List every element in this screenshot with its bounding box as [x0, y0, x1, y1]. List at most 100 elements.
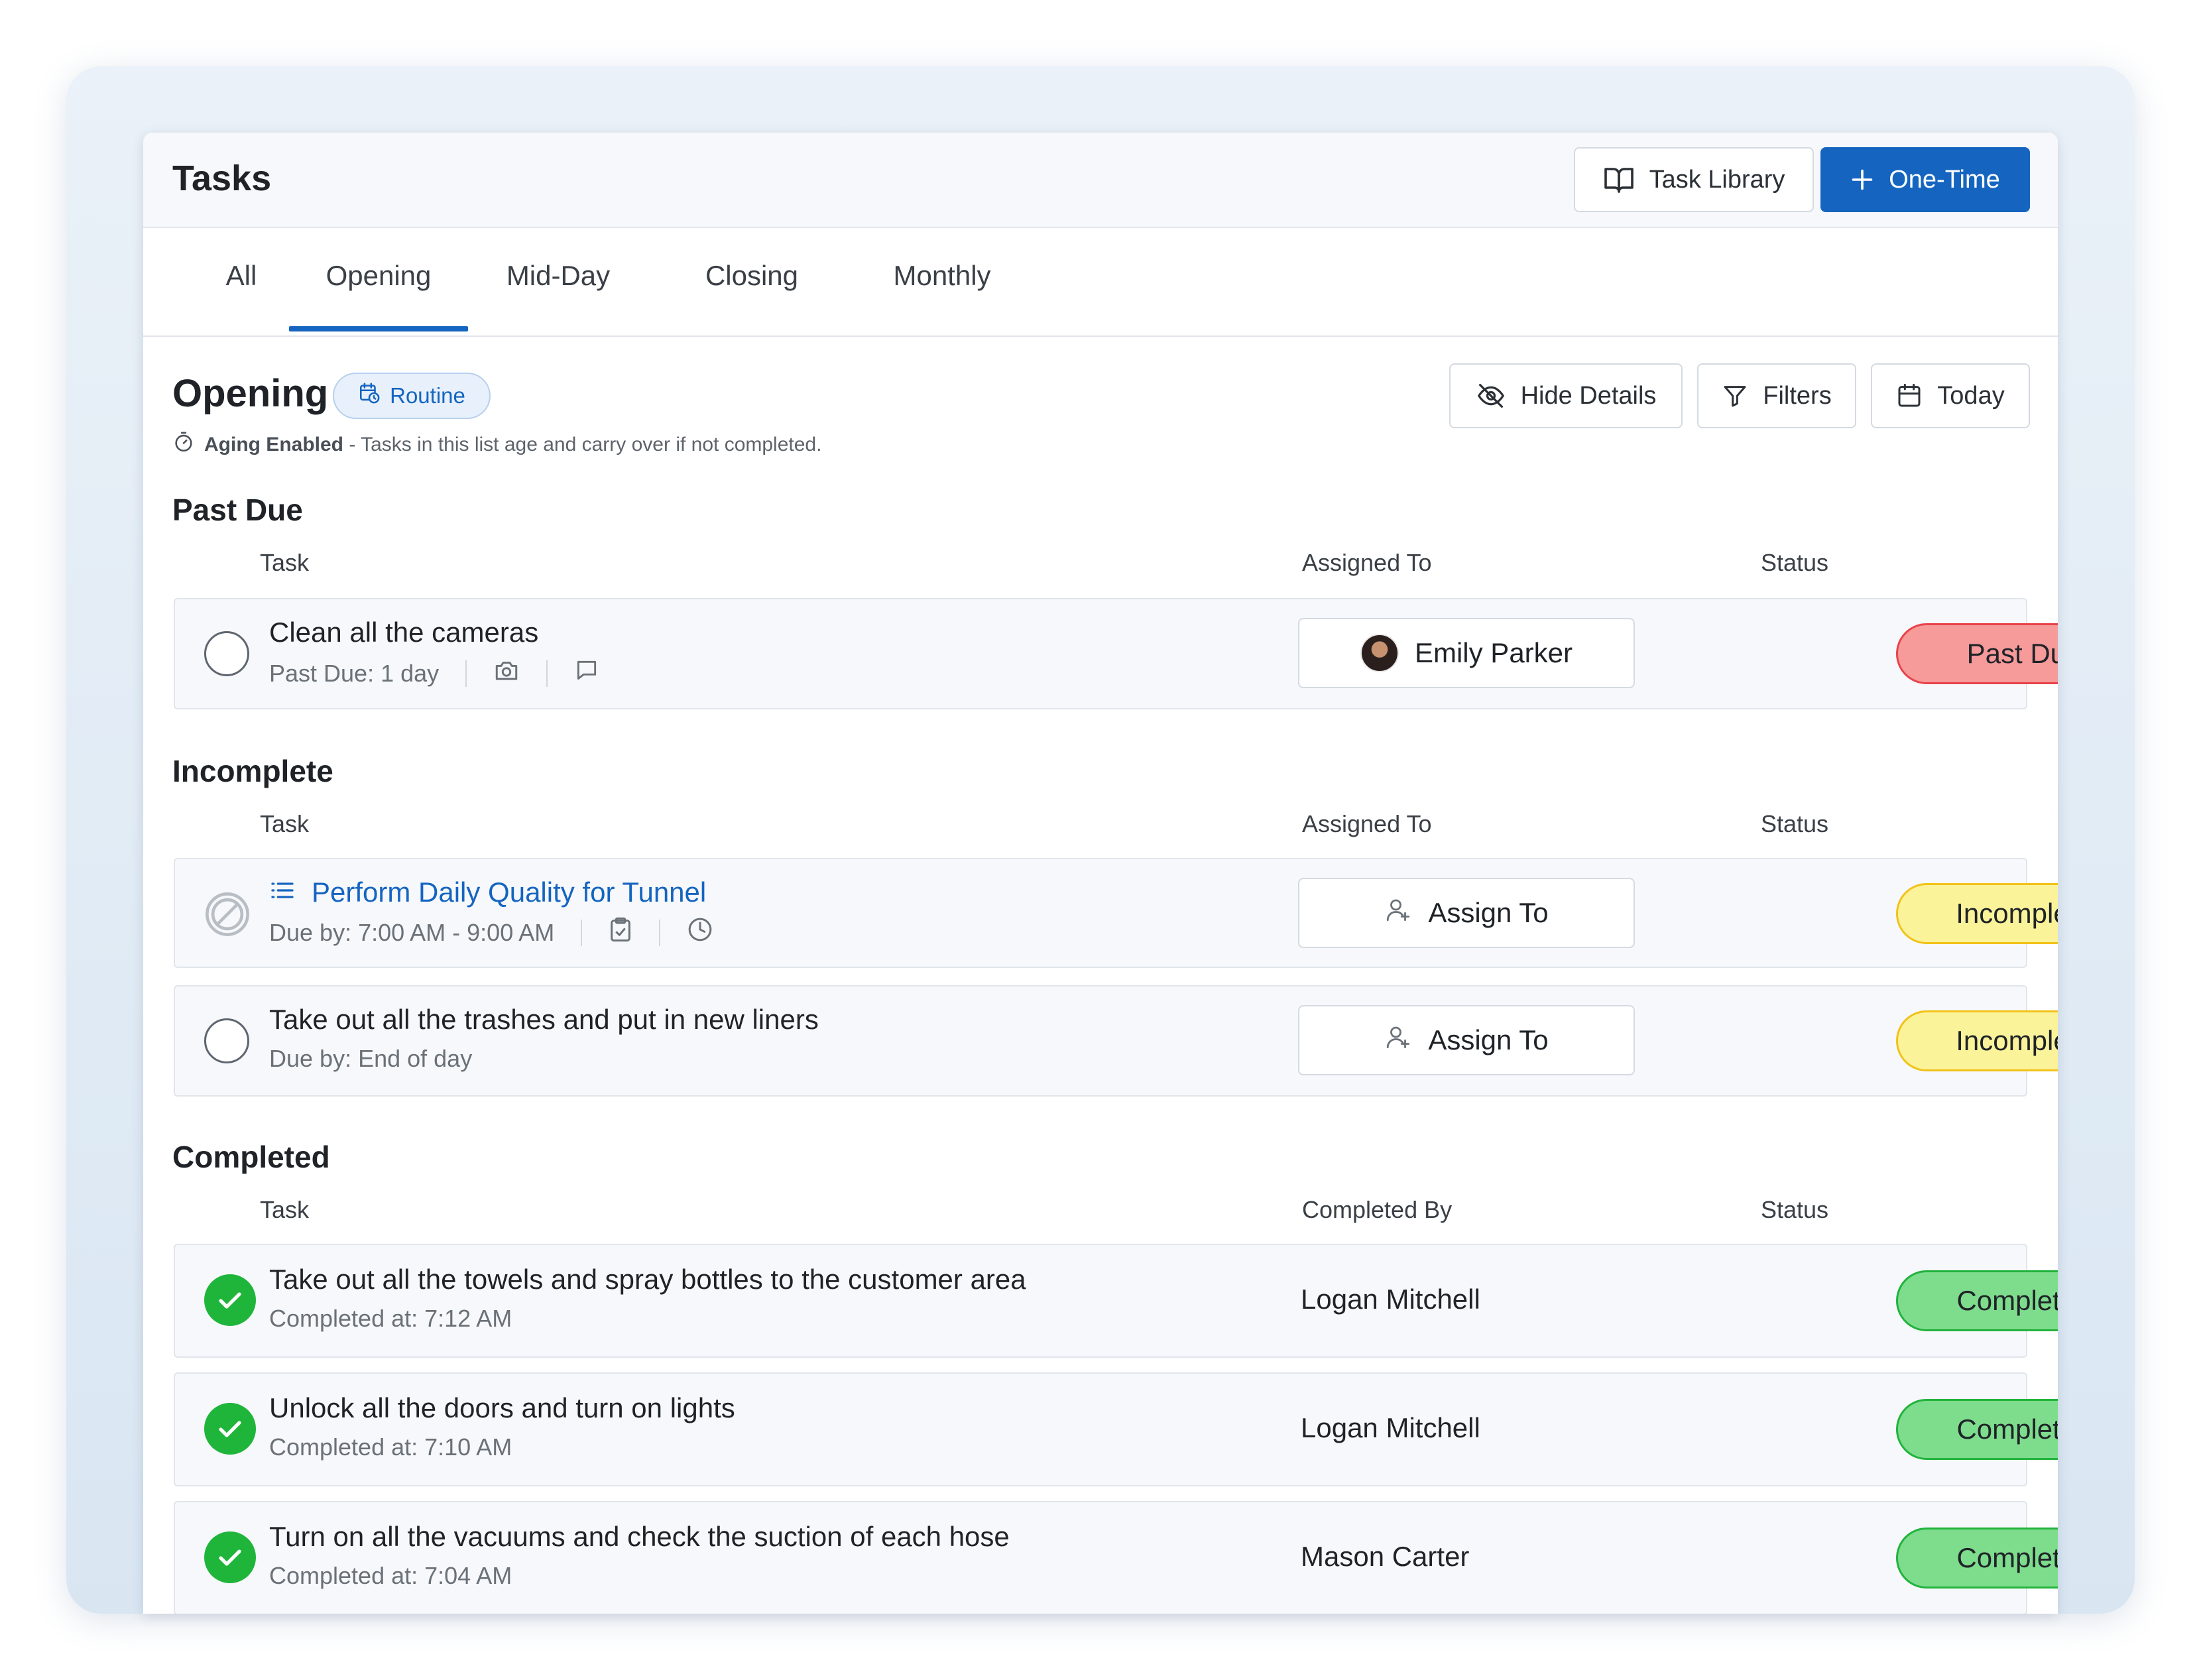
- task-due-text: Past Due: 1 day: [269, 659, 440, 687]
- user-add-icon: [1384, 1023, 1412, 1057]
- assignee-name: Emily Parker: [1414, 637, 1573, 668]
- task-checkbox[interactable]: [204, 1018, 249, 1063]
- filters-button[interactable]: Filters: [1697, 363, 1856, 428]
- routine-badge-label: Routine: [390, 383, 465, 408]
- check-icon[interactable]: [204, 1274, 256, 1326]
- check-icon[interactable]: [204, 1403, 256, 1455]
- column-header-assigned-to: Assigned To: [1302, 810, 1432, 837]
- task-meta: Past Due: 1 day: [269, 658, 599, 689]
- task-completed-time: Completed at: 7:12 AM: [269, 1305, 512, 1332]
- clipboard-check-icon: [609, 916, 632, 949]
- filters-label: Filters: [1763, 381, 1832, 410]
- task-row[interactable]: Unlock all the doors and turn on lights …: [174, 1372, 2058, 1486]
- status-badge[interactable]: Completed: [1896, 1528, 2058, 1589]
- hide-details-label: Hide Details: [1520, 381, 1657, 410]
- routine-badge: Routine: [333, 373, 491, 419]
- camera-icon: [493, 658, 520, 688]
- calendar-icon: [1896, 383, 1923, 409]
- divider: [546, 660, 548, 687]
- list-icon: [269, 876, 296, 908]
- task-meta: Due by: End of day: [269, 1045, 472, 1073]
- book-icon: [1603, 165, 1635, 194]
- column-header-completed-by: Completed By: [1302, 1196, 1453, 1223]
- task-row[interactable]: Take out all the trashes and put in new …: [174, 985, 2058, 1097]
- section-title-past-due: Past Due: [172, 493, 303, 527]
- task-due-text: Due by: 7:00 AM - 9:00 AM: [269, 918, 555, 946]
- active-tab-indicator: [289, 326, 468, 331]
- list-title: Opening: [172, 372, 329, 415]
- task-row[interactable]: Perform Daily Quality for Tunnel Due by:…: [174, 858, 2058, 968]
- task-meta: Due by: 7:00 AM - 9:00 AM: [269, 916, 713, 949]
- tab-monthly[interactable]: Monthly: [872, 260, 1012, 292]
- completed-by: Logan Mitchell: [1301, 1284, 1480, 1315]
- stopwatch-icon: [172, 431, 195, 459]
- tab-closing[interactable]: Closing: [692, 260, 811, 292]
- status-badge[interactable]: Incomplete: [1896, 883, 2058, 944]
- task-name: Unlock all the doors and turn on lights: [269, 1392, 735, 1423]
- tab-bar: All Opening Mid-Day Closing Monthly: [143, 228, 2058, 337]
- one-time-button[interactable]: One-Time: [1820, 147, 2030, 212]
- calendar-clock-icon: [358, 382, 381, 410]
- task-row[interactable]: Clean all the cameras Past Due: 1 day Em…: [174, 598, 2058, 709]
- aging-description: - Tasks in this list age and carry over …: [343, 434, 822, 455]
- divider: [659, 919, 661, 946]
- page-title: Tasks: [172, 158, 272, 198]
- eye-off-icon: [1476, 383, 1506, 409]
- task-link[interactable]: Perform Daily Quality for Tunnel: [269, 876, 706, 908]
- one-time-label: One-Time: [1889, 165, 2000, 194]
- tab-opening[interactable]: Opening: [302, 260, 455, 292]
- column-header-status: Status: [1761, 1196, 1829, 1223]
- clock-icon: [687, 916, 713, 949]
- task-completed-time: Completed at: 7:04 AM: [269, 1562, 512, 1589]
- completed-by: Mason Carter: [1301, 1541, 1470, 1572]
- status-badge[interactable]: Completed: [1896, 1270, 2058, 1331]
- hide-details-button[interactable]: Hide Details: [1449, 363, 1683, 428]
- task-name: Turn on all the vacuums and check the su…: [269, 1521, 1010, 1552]
- aging-note: Aging Enabled - Tasks in this list age a…: [172, 431, 821, 459]
- aging-label: Aging Enabled: [204, 434, 343, 455]
- task-name: Perform Daily Quality for Tunnel: [312, 876, 707, 908]
- user-add-icon: [1384, 896, 1412, 930]
- today-button[interactable]: Today: [1871, 363, 2030, 428]
- task-name: Clean all the cameras: [269, 617, 539, 648]
- divider: [465, 660, 467, 687]
- today-label: Today: [1937, 381, 2005, 410]
- task-name: Take out all the towels and spray bottle…: [269, 1264, 1026, 1295]
- section-title-completed: Completed: [172, 1140, 330, 1174]
- status-badge[interactable]: Completed: [1896, 1399, 2058, 1460]
- check-icon[interactable]: [204, 1531, 256, 1583]
- column-header-status: Status: [1761, 549, 1829, 576]
- divider: [581, 919, 583, 946]
- completed-by: Logan Mitchell: [1301, 1412, 1480, 1443]
- panel-header: Tasks Task Library One-Time: [143, 133, 2058, 228]
- filter-icon: [1722, 383, 1748, 409]
- assign-to-button[interactable]: Assign To: [1298, 1005, 1635, 1075]
- comment-icon: [574, 658, 599, 689]
- task-row[interactable]: Take out all the towels and spray bottle…: [174, 1244, 2058, 1358]
- task-due-text: Due by: End of day: [269, 1045, 473, 1072]
- task-completed-time: Completed at: 7:10 AM: [269, 1433, 512, 1461]
- task-library-button[interactable]: Task Library: [1574, 147, 1814, 212]
- assignee-button[interactable]: Emily Parker: [1298, 618, 1635, 688]
- tab-mid-day[interactable]: Mid-Day: [492, 260, 625, 292]
- task-library-label: Task Library: [1649, 165, 1785, 194]
- plus-icon: [1850, 168, 1874, 192]
- column-header-assigned-to: Assigned To: [1302, 549, 1432, 576]
- column-header-status: Status: [1761, 810, 1829, 837]
- avatar: [1360, 634, 1399, 672]
- task-name: Take out all the trashes and put in new …: [269, 1004, 819, 1035]
- column-header-task: Task: [260, 810, 310, 837]
- assign-to-label: Assign To: [1428, 897, 1549, 928]
- status-badge[interactable]: Past Due: [1896, 623, 2058, 684]
- disabled-icon: [204, 891, 251, 941]
- column-header-task: Task: [260, 1196, 310, 1223]
- task-row[interactable]: Turn on all the vacuums and check the su…: [174, 1501, 2058, 1614]
- tasks-panel: Tasks Task Library One-Time All Opening …: [143, 133, 2058, 1614]
- tab-all[interactable]: All: [215, 260, 268, 292]
- section-title-incomplete: Incomplete: [172, 754, 333, 788]
- assign-to-label: Assign To: [1428, 1024, 1549, 1055]
- column-header-task: Task: [260, 549, 310, 576]
- assign-to-button[interactable]: Assign To: [1298, 878, 1635, 948]
- task-checkbox[interactable]: [204, 631, 249, 676]
- status-badge[interactable]: Incomplete: [1896, 1010, 2058, 1071]
